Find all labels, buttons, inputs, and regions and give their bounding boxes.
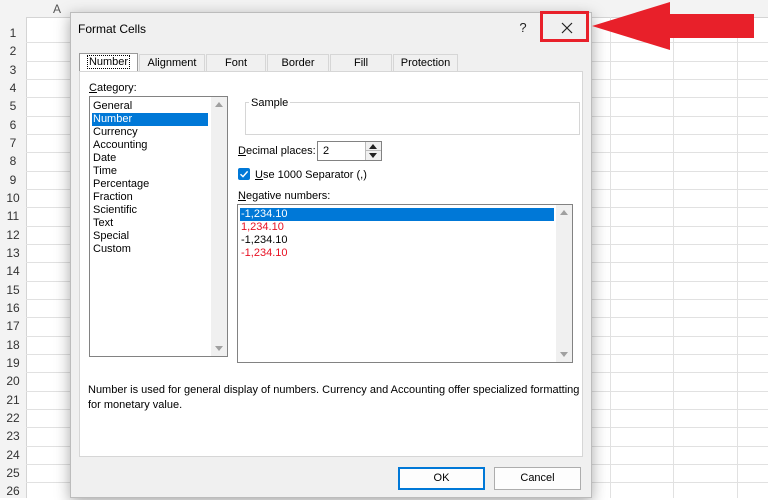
close-icon xyxy=(561,22,573,34)
row-header[interactable]: 23 xyxy=(0,427,26,445)
check-icon xyxy=(240,170,249,178)
thousand-separator-label[interactable]: Use 1000 Separator (,) xyxy=(255,169,367,181)
row-header[interactable]: 7 xyxy=(0,134,26,152)
category-item-percentage[interactable]: Percentage xyxy=(92,178,208,191)
negative-format-item[interactable]: -1,234.10 xyxy=(240,234,554,247)
category-listbox[interactable]: General Number Currency Accounting Date … xyxy=(89,96,228,357)
row-header-bar: 1 2 3 4 5 6 7 8 9 10 11 12 13 14 15 16 1… xyxy=(0,17,27,498)
tab-font[interactable]: Font xyxy=(206,54,266,71)
row-header[interactable]: 3 xyxy=(0,61,26,79)
row-header[interactable]: 8 xyxy=(0,152,26,170)
sample-box xyxy=(245,102,580,135)
category-item-date[interactable]: Date xyxy=(92,152,208,165)
category-label: Category: xyxy=(89,82,137,94)
row-header[interactable]: 9 xyxy=(0,171,26,189)
tab-alignment[interactable]: Alignment xyxy=(139,54,205,71)
negative-numbers-label: Negative numbers: xyxy=(238,190,331,202)
negative-format-item[interactable]: 1,234.10 xyxy=(240,221,554,234)
category-item-accounting[interactable]: Accounting xyxy=(92,139,208,152)
category-scrollbar[interactable] xyxy=(211,97,227,356)
row-header[interactable]: 20 xyxy=(0,372,26,390)
spin-up-icon[interactable] xyxy=(369,144,377,149)
column-header-a[interactable]: A xyxy=(53,2,61,16)
scroll-up-icon[interactable] xyxy=(215,102,223,107)
row-header[interactable]: 21 xyxy=(0,391,26,409)
scroll-up-icon[interactable] xyxy=(560,210,568,215)
row-header[interactable]: 25 xyxy=(0,464,26,482)
category-item-number[interactable]: Number xyxy=(92,113,208,126)
grid-line xyxy=(610,17,611,498)
negative-format-item[interactable]: -1,234.10 xyxy=(240,208,554,221)
decimal-places-label: Decimal places: xyxy=(238,145,316,157)
row-header[interactable]: 17 xyxy=(0,317,26,335)
decimal-places-value[interactable]: 2 xyxy=(323,145,329,157)
scroll-down-icon[interactable] xyxy=(560,352,568,357)
cancel-button[interactable]: Cancel xyxy=(494,467,581,490)
close-button[interactable] xyxy=(545,15,589,41)
spin-down-icon[interactable] xyxy=(369,153,377,158)
spinner-buttons[interactable] xyxy=(365,142,381,160)
ok-button[interactable]: OK xyxy=(398,467,485,490)
decimal-places-spinner[interactable]: 2 xyxy=(317,141,382,161)
tab-label: Number xyxy=(86,55,131,69)
row-header[interactable]: 24 xyxy=(0,446,26,464)
dialog-title: Format Cells xyxy=(78,22,147,36)
row-header[interactable]: 11 xyxy=(0,207,26,225)
row-header[interactable]: 2 xyxy=(0,42,26,60)
category-item-scientific[interactable]: Scientific xyxy=(92,204,208,217)
category-item-custom[interactable]: Custom xyxy=(92,243,208,256)
format-description: Number is used for general display of nu… xyxy=(88,384,580,411)
category-item-currency[interactable]: Currency xyxy=(92,126,208,139)
grid-line xyxy=(737,17,738,498)
row-header[interactable]: 4 xyxy=(0,79,26,97)
category-item-text[interactable]: Text xyxy=(92,217,208,230)
row-header[interactable]: 10 xyxy=(0,189,26,207)
negative-numbers-listbox[interactable]: -1,234.10 1,234.10 -1,234.10 -1,234.10 xyxy=(237,204,573,363)
format-cells-dialog: Format Cells ? Number Alignment Font Bor… xyxy=(70,12,592,498)
row-header[interactable]: 26 xyxy=(0,482,26,500)
tab-border[interactable]: Border xyxy=(267,54,329,71)
negative-scrollbar[interactable] xyxy=(556,205,572,362)
help-button[interactable]: ? xyxy=(515,17,531,39)
thousand-separator-checkbox[interactable] xyxy=(238,168,250,180)
row-header[interactable]: 16 xyxy=(0,299,26,317)
row-header[interactable]: 1 xyxy=(0,24,26,42)
row-header[interactable]: 22 xyxy=(0,409,26,427)
category-item-time[interactable]: Time xyxy=(92,165,208,178)
spinner-divider xyxy=(366,150,381,151)
row-header[interactable]: 6 xyxy=(0,116,26,134)
tab-number[interactable]: Number xyxy=(79,53,138,72)
row-header[interactable]: 13 xyxy=(0,244,26,262)
row-header[interactable]: 5 xyxy=(0,97,26,115)
negative-format-item[interactable]: -1,234.10 xyxy=(240,247,554,260)
row-header[interactable]: 19 xyxy=(0,354,26,372)
category-item-special[interactable]: Special xyxy=(92,230,208,243)
row-header[interactable]: 12 xyxy=(0,226,26,244)
row-header[interactable]: 15 xyxy=(0,281,26,299)
tab-protection[interactable]: Protection xyxy=(393,54,458,71)
row-header[interactable]: 14 xyxy=(0,262,26,280)
row-header[interactable]: 18 xyxy=(0,336,26,354)
category-item-fraction[interactable]: Fraction xyxy=(92,191,208,204)
grid-line xyxy=(673,17,674,498)
scroll-down-icon[interactable] xyxy=(215,346,223,351)
tab-fill[interactable]: Fill xyxy=(330,54,392,71)
sample-label: Sample xyxy=(249,97,291,109)
category-item-general[interactable]: General xyxy=(92,100,208,113)
arrow-left-icon xyxy=(592,2,754,50)
